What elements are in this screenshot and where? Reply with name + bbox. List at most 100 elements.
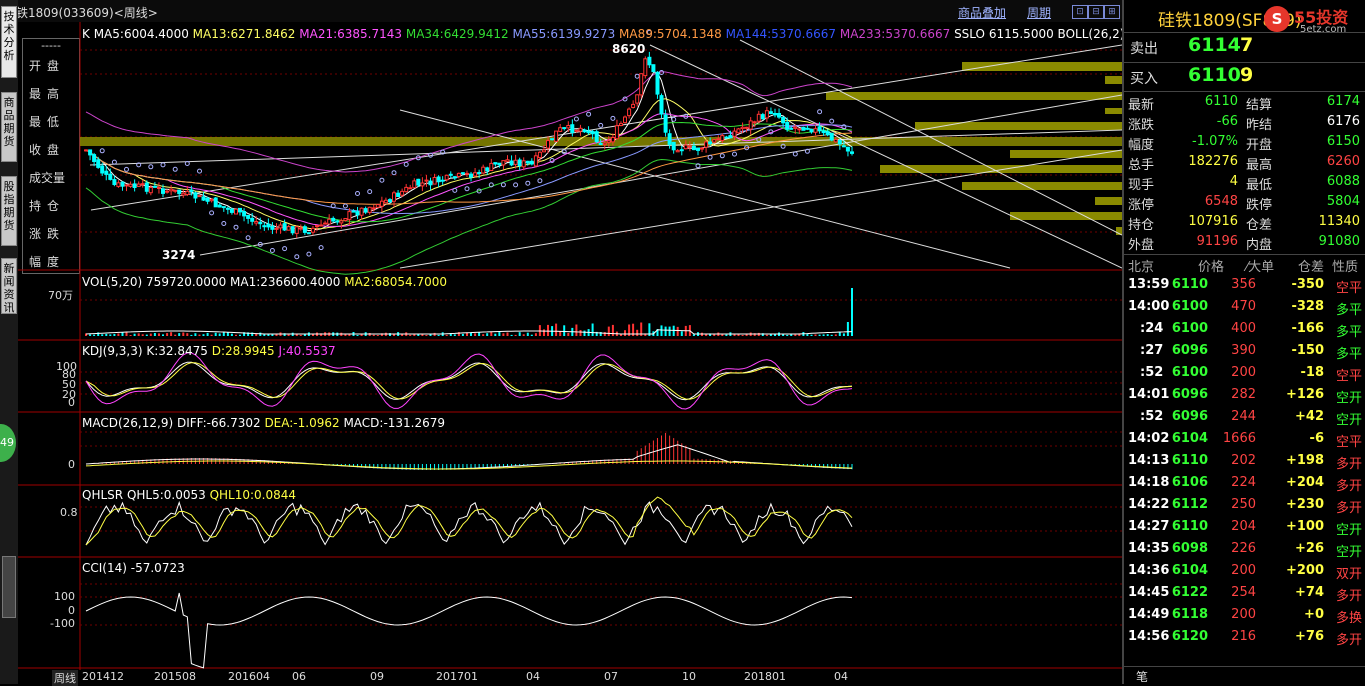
- candle-body: [586, 130, 591, 134]
- buy-qty: 9: [1240, 64, 1254, 86]
- tick-p: 6122: [1171, 585, 1208, 600]
- buy-price[interactable]: 6110: [1188, 64, 1241, 86]
- volume-bar: [575, 324, 578, 336]
- candle-body: [570, 124, 575, 133]
- tick-t: 14:13: [1128, 453, 1170, 468]
- candle-body: [169, 188, 174, 192]
- kdj-title: KDJ(9,3,3): [82, 344, 143, 358]
- cci-legend: CCI(14) -57.0723: [82, 561, 185, 575]
- tick-row[interactable]: 14:49 6118 200 +0 多换: [1128, 607, 1364, 629]
- tick-n: 多开: [1335, 633, 1362, 648]
- volume-bar: [510, 334, 513, 336]
- candle-body: [440, 179, 445, 182]
- candle-body: [736, 128, 741, 134]
- volume-bar: [676, 326, 679, 336]
- tick-d: +76: [1295, 629, 1324, 644]
- tab-trades[interactable]: 笔: [1136, 668, 1148, 685]
- candle-body: [465, 172, 469, 175]
- candle-body: [452, 176, 457, 179]
- volume-bar: [344, 334, 347, 336]
- time-axis-label: 201801: [744, 670, 786, 683]
- tick-row[interactable]: 14:56 6120 216 +76 多开: [1128, 629, 1364, 651]
- tick-row[interactable]: :52 6096 244 +42 空开: [1128, 409, 1364, 431]
- chart-canvas[interactable]: [0, 0, 1122, 684]
- candle-body: [298, 227, 303, 230]
- volume-bar: [299, 334, 302, 336]
- tick-row[interactable]: :24 6100 400 -166 多平: [1128, 321, 1364, 343]
- kdj-legend-items: K:32.8475 D:28.9945 J:40.5537: [146, 344, 335, 358]
- sar-dot: [367, 189, 373, 195]
- tick-n: 多平: [1335, 325, 1362, 340]
- vol-legend-item: 759720.0000: [146, 275, 231, 289]
- volume-bar: [502, 333, 505, 336]
- candle-body: [683, 144, 688, 150]
- candle-body: [416, 178, 421, 186]
- sell-qty: 7: [1240, 34, 1254, 56]
- k-label: K: [82, 27, 90, 41]
- candle-body: [392, 192, 396, 202]
- candle-body: [801, 127, 806, 131]
- tick-row[interactable]: 14:13 6110 202 +198 多开: [1128, 453, 1364, 475]
- quote-v2: 11340: [1318, 214, 1360, 229]
- tick-row[interactable]: 14:22 6112 250 +230 多开: [1128, 497, 1364, 519]
- volume-bar: [186, 333, 189, 336]
- volume-bar: [680, 331, 683, 336]
- quote-l1: 涨跌: [1128, 118, 1155, 133]
- candle-body: [246, 215, 251, 219]
- tick-row[interactable]: :52 6100 200 -18 空平: [1128, 365, 1364, 387]
- candle-body: [841, 145, 846, 148]
- candle-body: [428, 180, 433, 186]
- sar-dot: [817, 109, 823, 115]
- tick-row[interactable]: 14:35 6098 226 +26 空开: [1128, 541, 1364, 563]
- tick-t: 14:27: [1128, 519, 1170, 534]
- candle-body: [254, 221, 259, 224]
- candle-body: [282, 223, 287, 231]
- tick-row[interactable]: 14:01 6096 282 +126 空开: [1128, 387, 1364, 409]
- sar-dot: [610, 115, 616, 121]
- sar-dot: [209, 210, 215, 216]
- candle-body: [201, 196, 206, 201]
- candle-body: [412, 180, 417, 189]
- volume-bar: [522, 334, 525, 336]
- tick-row[interactable]: 14:36 6104 200 +200 双开: [1128, 563, 1364, 585]
- tick-d: -18: [1300, 365, 1325, 380]
- sar-dot: [294, 254, 300, 260]
- macd-diff: [85, 444, 853, 470]
- candle-body: [444, 174, 449, 181]
- main-legend-item: MA89:5704.1348: [619, 27, 726, 41]
- brand-logo-sub: 5etz.com: [1300, 24, 1347, 35]
- tick-p: 6112: [1171, 497, 1208, 512]
- tick-p: 6100: [1171, 365, 1208, 380]
- tick-row[interactable]: 14:27 6110 204 +100 空开: [1128, 519, 1364, 541]
- volume-bar: [413, 334, 416, 336]
- qhlsr-legend-items: QHL5:0.0053 QHL10:0.0844: [127, 488, 296, 502]
- candle-body: [367, 206, 372, 213]
- volume-bar: [235, 334, 237, 336]
- candle-body: [546, 140, 550, 149]
- tick-t: 14:22: [1128, 497, 1170, 512]
- kdj-axis-0: 0: [68, 396, 75, 409]
- candle-body: [327, 218, 332, 225]
- sell-price[interactable]: 6114: [1188, 34, 1241, 56]
- tick-row[interactable]: 14:02 6104 1666 -6 空平: [1128, 431, 1364, 453]
- sar-dot: [391, 170, 397, 176]
- volume-bar: [668, 326, 671, 336]
- candle-body: [696, 147, 700, 151]
- candle-body: [521, 160, 526, 168]
- tick-row[interactable]: 14:18 6106 224 +204 多开: [1128, 475, 1364, 497]
- tick-row[interactable]: 13:59 6110 356 -350 空平: [1128, 277, 1364, 299]
- cci-axis-100: 100: [54, 590, 75, 603]
- candle-body: [278, 224, 283, 229]
- grid-lines: [80, 49, 1122, 626]
- tick-row[interactable]: 14:45 6122 254 +74 多开: [1128, 585, 1364, 607]
- candle-body: [351, 210, 356, 213]
- sar-dot: [598, 122, 604, 128]
- volume-bar: [826, 334, 829, 336]
- volume-bar: [794, 334, 797, 336]
- vol-legend-item: MA2:68054.7000: [344, 275, 448, 289]
- tick-row[interactable]: :27 6096 390 -150 多平: [1128, 343, 1364, 365]
- tick-row[interactable]: 14:00 6100 470 -328 多平: [1128, 299, 1364, 321]
- candle-body: [294, 226, 299, 234]
- volume-bar: [226, 332, 229, 336]
- volume-profile-bar: [826, 92, 1122, 100]
